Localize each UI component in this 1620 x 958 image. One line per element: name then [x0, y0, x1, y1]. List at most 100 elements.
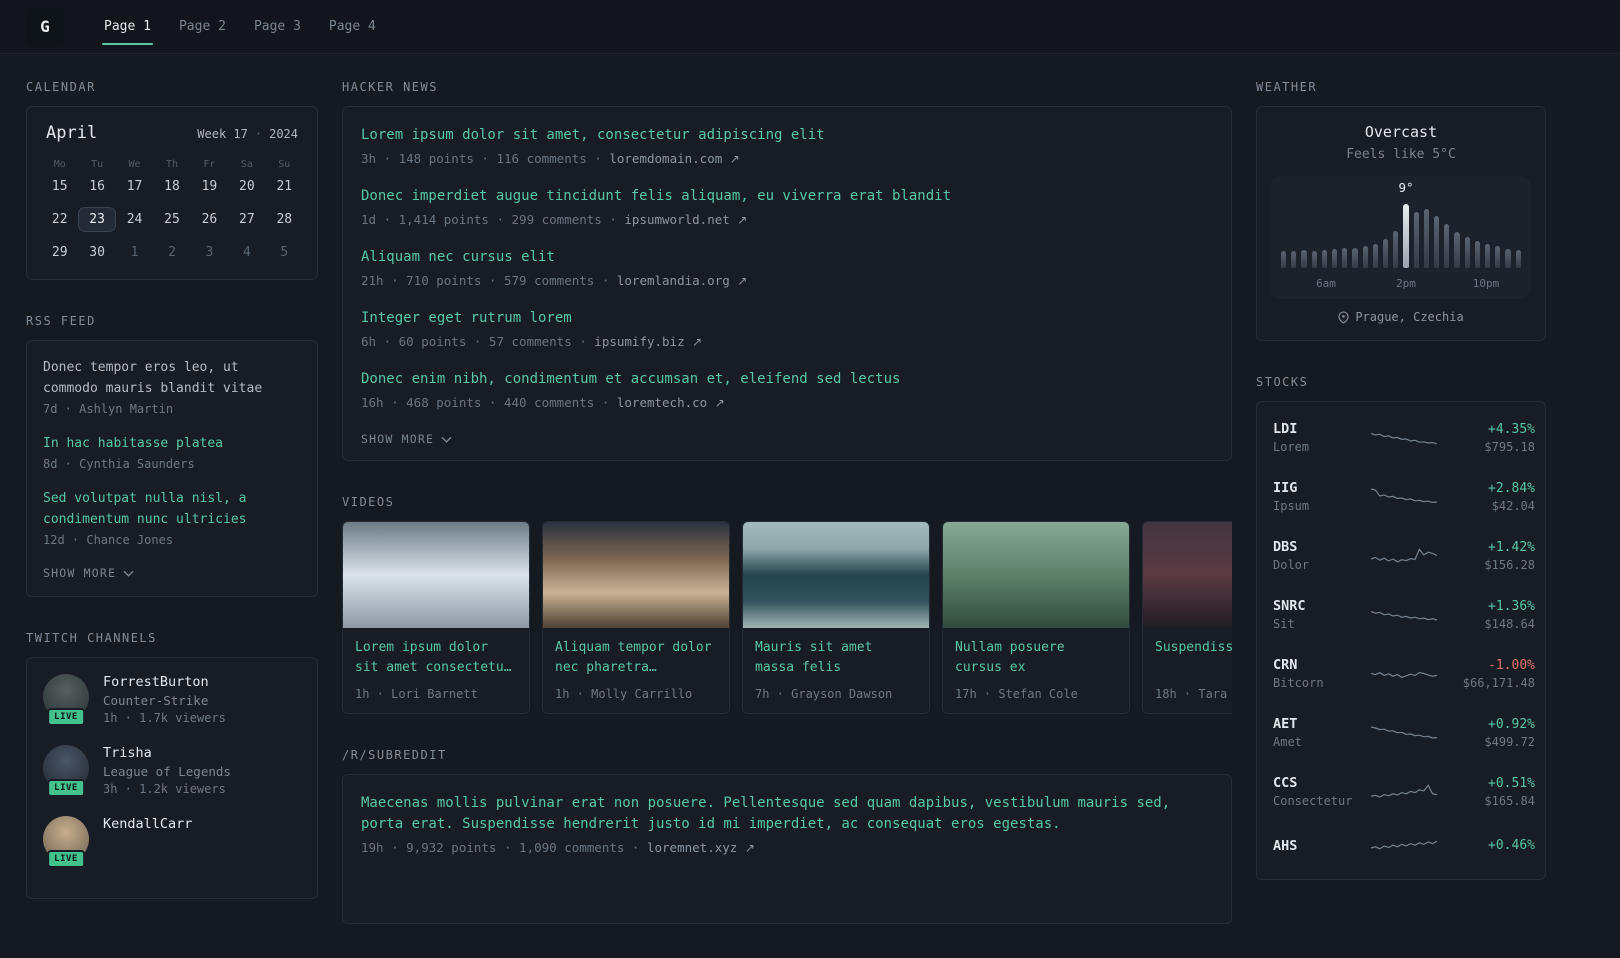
hackernews-title-link[interactable]: Integer eget rutrum lorem: [361, 308, 1213, 329]
subreddit-title-link[interactable]: Maecenas mollis pulvinar erat non posuer…: [361, 793, 1213, 835]
stock-info: AHS: [1273, 838, 1371, 857]
left-column: CALENDAR April Week 17 · 2024 Mo Tu We Th Fr…: [26, 80, 318, 933]
stock-sparkline: [1370, 725, 1438, 739]
weather-widget: WEATHER Overcast Feels like 5°C 9° 6am 2p…: [1256, 80, 1546, 341]
stock-info: CCS Consectetur: [1273, 775, 1371, 808]
weather-time-label: 10pm: [1472, 277, 1500, 290]
video-card: Nullam posuere cursus ex 17h · Stefan Col…: [942, 521, 1130, 714]
stock-change: +1.36%: [1488, 598, 1535, 614]
video-thumbnail[interactable]: [943, 522, 1129, 628]
external-link-icon: ↗: [692, 335, 703, 349]
hackernews-widget: HACKER NEWS Lorem ipsum dolor sit amet, …: [342, 80, 1232, 461]
stock-values: +4.35% $795.18: [1437, 422, 1535, 454]
tab-page-3[interactable]: Page 3: [240, 0, 315, 53]
center-column: HACKER NEWS Lorem ipsum dolor sit amet, …: [342, 80, 1232, 958]
rss-item-meta: 8d · Cynthia Saunders: [43, 457, 195, 472]
video-thumbnail[interactable]: [1143, 522, 1232, 628]
rss-item-link[interactable]: Donec tempor eros leo, ut commodo mauris…: [43, 357, 301, 399]
video-title-link[interactable]: Lorem ipsum dolor sit amet consectetu…: [343, 628, 529, 680]
video-title-link[interactable]: Nullam posuere cursus ex: [943, 628, 1129, 680]
weather-bar: [1383, 239, 1389, 268]
stock-symbol: DBS: [1273, 539, 1298, 555]
calendar-day: 26: [201, 212, 218, 227]
rss-card: Donec tempor eros leo, ut commodo mauris…: [26, 340, 318, 598]
external-link-icon: ↗: [714, 396, 725, 410]
stock-sparkline: [1370, 547, 1438, 562]
stock-symbol: SNRC: [1273, 598, 1306, 614]
hackernews-domain-link[interactable]: ipsumworld.net ↗: [624, 212, 747, 227]
section-title-hackernews: HACKER NEWS: [342, 80, 438, 94]
weather-current-temp: 9°: [1398, 180, 1414, 195]
tab-page-2[interactable]: Page 2: [165, 0, 240, 53]
video-thumbnail[interactable]: [743, 522, 929, 628]
subreddit-item: Maecenas mollis pulvinar erat non posuer…: [361, 793, 1213, 855]
stock-name: Sit: [1273, 617, 1295, 631]
hackernews-item: Lorem ipsum dolor sit amet, consectetur …: [361, 125, 1213, 166]
stock-sparkline: [1370, 432, 1438, 444]
subreddit-domain-link[interactable]: loremnet.xyz ↗: [647, 840, 755, 855]
weather-bars: 9°: [1281, 180, 1521, 268]
hackernews-title-link[interactable]: Aliquam nec cursus elit: [361, 247, 1213, 268]
twitch-channel-info: ForrestBurton Counter-Strike 1h · 1.7k vie…: [103, 674, 226, 725]
video-title-link[interactable]: Mauris sit amet massa felis: [743, 628, 929, 680]
calendar-day: 2: [168, 245, 176, 260]
weather-card: Overcast Feels like 5°C 9° 6am 2pm 10pm Pr…: [1256, 106, 1546, 341]
calendar-month: April: [46, 123, 98, 143]
location-pin-icon: [1338, 310, 1349, 324]
twitch-channel-name[interactable]: KendallCarr: [103, 816, 192, 832]
weather-feels-like: Feels like 5°C: [1346, 147, 1456, 162]
stock-values: +0.92% $499.72: [1437, 717, 1535, 749]
rss-item-link[interactable]: Sed volutpat nulla nisl, a condimentum n…: [43, 488, 301, 530]
hackernews-title-link[interactable]: Donec imperdiet augue tincidunt felis al…: [361, 186, 1213, 207]
separator-dot: ·: [254, 127, 263, 141]
twitch-channel-name[interactable]: ForrestBurton: [103, 674, 226, 690]
calendar-week-year: Week 17 · 2024: [197, 127, 298, 141]
video-title-link[interactable]: Suspendisse diam: [1143, 628, 1232, 680]
stock-sparkline: [1370, 487, 1438, 503]
hackernews-title-link[interactable]: Lorem ipsum dolor sit amet, consectetur …: [361, 125, 1213, 146]
hackernews-title-link[interactable]: Donec enim nibh, condimentum et accumsan…: [361, 369, 1213, 390]
weather-bar-current: [1403, 204, 1409, 268]
show-more-button[interactable]: SHOW MORE: [361, 430, 452, 446]
top-bar: G Page 1 Page 2 Page 3 Page 4: [0, 0, 1620, 54]
dashboard-page: { "colors": { "accent": "#58C7A4", "posi…: [0, 0, 1620, 924]
hackernews-item: Donec imperdiet augue tincidunt felis al…: [361, 186, 1213, 227]
rss-item-meta: 7d · Ashlyn Martin: [43, 402, 174, 417]
tab-page-4[interactable]: Page 4: [315, 0, 390, 53]
stock-row: SNRC Sit +1.36% $148.64: [1271, 585, 1535, 644]
stock-info: SNRC Sit: [1273, 598, 1371, 631]
hackernews-meta: 16h · 468 points · 440 comments · loremt…: [361, 395, 725, 410]
stock-price: $156.28: [1484, 557, 1535, 572]
weather-bar: [1434, 216, 1440, 268]
hackernews-domain-link[interactable]: ipsumify.biz ↗: [594, 334, 702, 349]
weather-bar: [1291, 251, 1297, 268]
app-logo[interactable]: G: [26, 7, 64, 46]
calendar-card: April Week 17 · 2024 Mo Tu We Th Fr Sa Su 15 16…: [26, 106, 318, 280]
calendar-day-header: Fr: [203, 159, 216, 170]
stock-price: $42.04: [1491, 498, 1535, 513]
hackernews-domain-link[interactable]: loremlandia.org ↗: [617, 273, 747, 288]
section-title-subreddit: /R/SUBREDDIT: [342, 748, 447, 762]
calendar-day: 5: [280, 245, 289, 260]
video-title-link[interactable]: Aliquam tempor dolor nec pharetra…: [543, 628, 729, 680]
twitch-channel-name[interactable]: Trisha: [103, 745, 231, 761]
show-more-button[interactable]: SHOW MORE: [43, 564, 134, 580]
hackernews-domain-link[interactable]: loremdomain.com ↗: [609, 151, 739, 166]
weather-bar: [1372, 244, 1379, 268]
rss-item: Sed volutpat nulla nisl, a condimentum n…: [43, 488, 301, 547]
weather-location: Prague, Czechia: [1271, 310, 1531, 324]
video-thumbnail[interactable]: [543, 522, 729, 628]
twitch-channel-viewers: 1h · 1.7k viewers: [103, 711, 226, 726]
hackernews-meta: 3h · 148 points · 116 comments · loremdo…: [361, 151, 740, 166]
stock-price: $795.18: [1484, 439, 1535, 454]
stock-price: $165.84: [1484, 793, 1535, 808]
stock-change: +2.84%: [1488, 480, 1535, 496]
rss-item: Donec tempor eros leo, ut commodo mauris…: [43, 357, 301, 416]
twitch-card: LIVE ForrestBurton Counter-Strike 1h · 1.7k…: [26, 657, 318, 900]
stock-symbol: AHS: [1273, 837, 1298, 854]
video-thumbnail[interactable]: [343, 522, 529, 628]
rss-item-link[interactable]: In hac habitasse platea: [43, 433, 301, 454]
calendar-day: 24: [126, 212, 143, 227]
tab-page-1[interactable]: Page 1: [90, 0, 165, 53]
hackernews-domain-link[interactable]: loremtech.co ↗: [617, 395, 725, 410]
